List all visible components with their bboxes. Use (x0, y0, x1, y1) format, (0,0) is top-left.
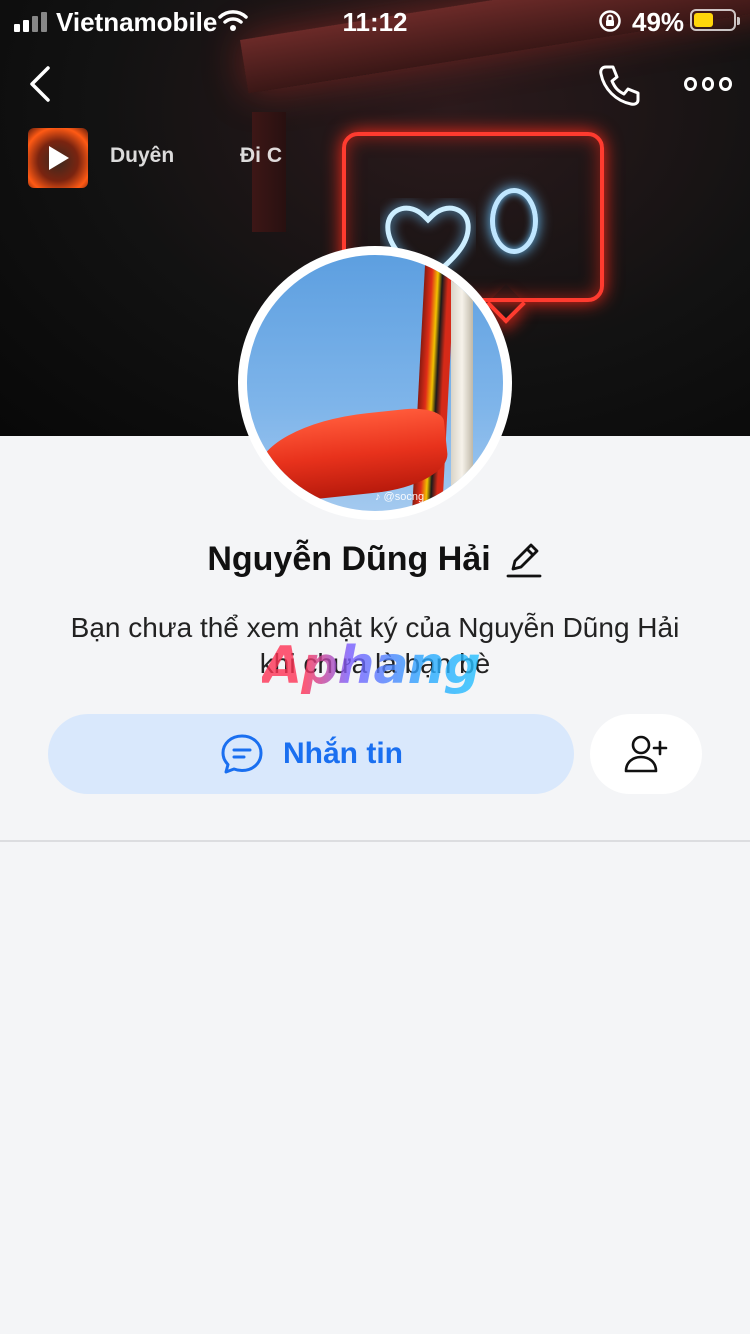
chat-bubble-icon (221, 734, 263, 774)
pencil-icon[interactable] (505, 539, 543, 579)
more-dots-icon[interactable] (684, 72, 733, 96)
battery-percent: 49% (632, 7, 685, 37)
add-friend-button[interactable] (590, 714, 702, 794)
battery-icon (690, 9, 740, 31)
music-artist[interactable]: Đi C (240, 144, 286, 168)
profile-name-row: Nguyễn Dũng Hải (0, 534, 750, 584)
status-bar: Vietnamobile 11:12 49% (0, 0, 750, 40)
cover-post (252, 112, 286, 232)
message-button-label: Nhắn tin (283, 737, 403, 770)
avatar[interactable]: ♪ @socng (238, 246, 512, 520)
play-icon (49, 146, 69, 170)
music-title[interactable]: Duyên (110, 144, 174, 168)
avatar-watermark: ♪ @socng (375, 491, 425, 503)
avatar-photo: ♪ @socng (247, 255, 503, 511)
music-thumbnail[interactable] (28, 128, 88, 188)
back-button[interactable] (22, 62, 62, 106)
flag-pole (451, 255, 473, 511)
privacy-notice: Bạn chưa thể xem nhật ký của Nguyễn Dũng… (70, 612, 680, 679)
section-divider (0, 840, 750, 842)
phone-icon[interactable] (596, 62, 642, 108)
profile-name: Nguyễn Dũng Hải (207, 539, 491, 578)
add-friend-icon (624, 735, 668, 773)
neon-zero (490, 188, 538, 254)
rotation-lock-icon (599, 10, 621, 32)
message-button[interactable]: Nhắn tin (48, 714, 574, 794)
